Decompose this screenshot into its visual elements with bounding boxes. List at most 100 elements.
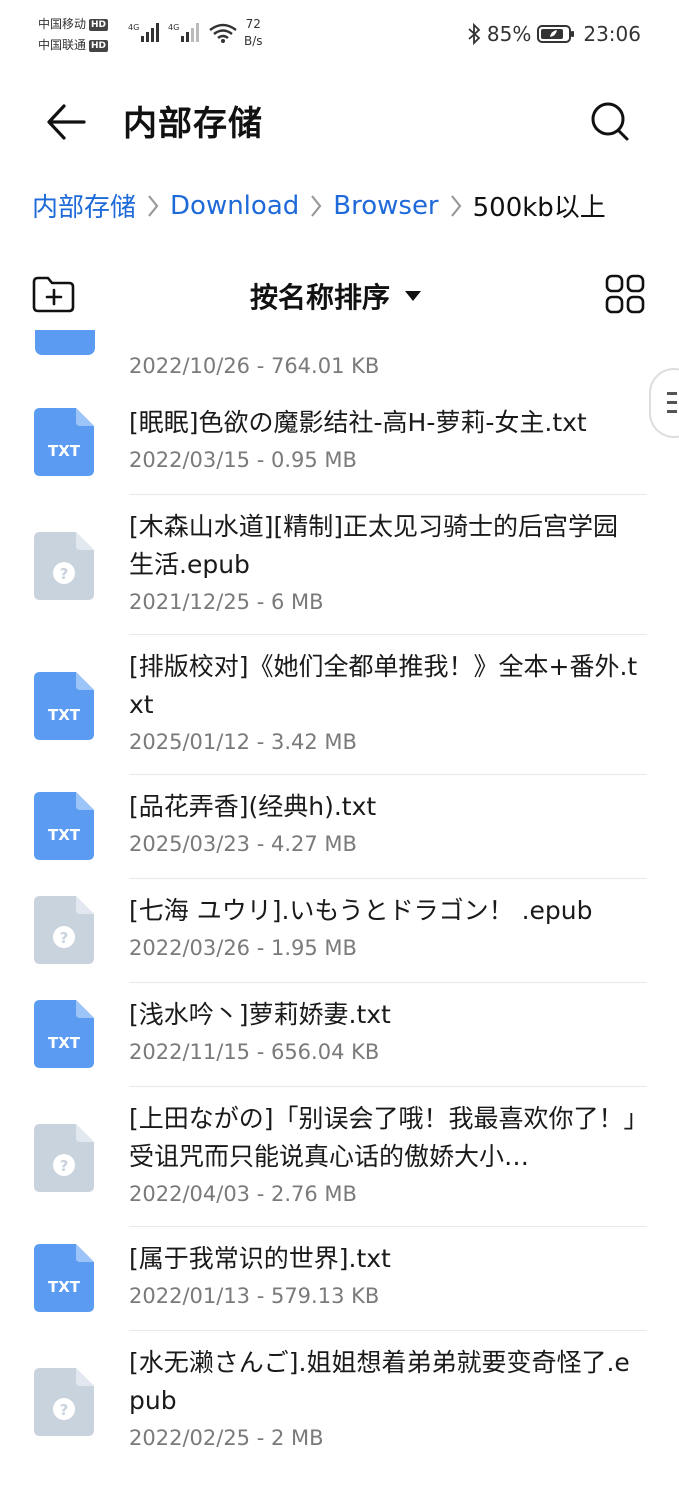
file-list: 2022/10/26 - 764.01 KB TXT [眠眠]色欲の魔影结社-高… bbox=[0, 330, 679, 1500]
svg-text:TXT: TXT bbox=[48, 442, 81, 460]
svg-text:?: ? bbox=[60, 565, 69, 583]
file-name: [品花弄香](经典h).txt bbox=[129, 792, 377, 821]
file-row[interactable]: ? [木森山水道][精制]正太见习骑士的后宫学园生活.epub 2021/12/… bbox=[0, 506, 679, 624]
status-right: 85% 23:06 bbox=[467, 22, 641, 46]
sort-button[interactable]: 按名称排序 bbox=[250, 276, 422, 316]
file-meta: 2022/01/13 - 579.13 KB bbox=[129, 1284, 380, 1308]
divider bbox=[129, 1086, 647, 1087]
unknown-file-icon: ? bbox=[34, 1124, 94, 1192]
file-text: [七海 ユウリ].いもうとドラゴン！ .epub 2022/03/26 - 1.… bbox=[129, 892, 639, 962]
txt-file-icon: TXT bbox=[34, 792, 94, 860]
breadcrumb-item-internal-storage[interactable]: 内部存储 bbox=[32, 187, 136, 224]
signal-icon: 4G bbox=[168, 23, 199, 42]
breadcrumb-item-current: 500kb以上 bbox=[472, 193, 606, 223]
file-text: [上田ながの]「别误会了哦！我最喜欢你了！」受诅咒而只能说真心话的傲娇大小… 2… bbox=[129, 1100, 639, 1208]
breadcrumb-item-download[interactable]: Download bbox=[170, 191, 299, 221]
file-row-partial[interactable]: 2022/10/26 - 764.01 KB bbox=[0, 330, 679, 390]
file-text: [属于我常识的世界].txt 2022/01/13 - 579.13 KB bbox=[129, 1240, 639, 1310]
search-icon bbox=[591, 102, 629, 141]
speed-unit: B/s bbox=[244, 34, 263, 48]
network-speed: 72 B/s bbox=[244, 16, 263, 50]
caret-down-icon bbox=[405, 291, 422, 301]
file-meta: 2025/03/23 - 4.27 MB bbox=[129, 832, 357, 856]
grid-view-icon bbox=[605, 274, 645, 314]
file-row[interactable]: ? [上田ながの]「别误会了哦！我最喜欢你了！」受诅咒而只能说真心话的傲娇大小…… bbox=[0, 1098, 679, 1216]
side-drag-handle[interactable] bbox=[649, 368, 679, 438]
new-folder-button[interactable] bbox=[31, 274, 77, 314]
file-row[interactable]: TXT [眠眠]色欲の魔影结社-高H-萝莉-女主.txt 2022/03/15 … bbox=[0, 402, 679, 482]
txt-file-icon: TXT bbox=[34, 1244, 94, 1312]
chevron-right-icon bbox=[449, 193, 463, 219]
file-text: [眠眠]色欲の魔影结社-高H-萝莉-女主.txt 2022/03/15 - 0.… bbox=[129, 404, 639, 474]
svg-text:4G: 4G bbox=[168, 23, 179, 32]
file-row[interactable]: ? [七海 ユウリ].いもうとドラゴン！ .epub 2022/03/26 - … bbox=[0, 890, 679, 970]
unknown-file-icon: ? bbox=[34, 1368, 94, 1436]
file-meta: 2022/11/15 - 656.04 KB bbox=[129, 1040, 380, 1064]
back-button[interactable] bbox=[40, 98, 96, 146]
file-row[interactable]: TXT [浅水吟丶]萝莉娇妻.txt 2022/11/15 - 656.04 K… bbox=[0, 994, 679, 1074]
bluetooth-icon bbox=[468, 23, 481, 45]
signal-icon: 4G bbox=[128, 23, 159, 42]
clock: 23:06 bbox=[583, 22, 641, 46]
txt-file-icon: TXT bbox=[34, 408, 94, 476]
svg-text:?: ? bbox=[60, 929, 69, 947]
divider bbox=[129, 634, 647, 635]
file-name: [上田ながの]「别误会了哦！我最喜欢你了！」受诅咒而只能说真心话的傲娇大小… bbox=[129, 1104, 637, 1171]
file-name: [属于我常识的世界].txt bbox=[129, 1244, 391, 1273]
file-text: [水无濑さんご].姐姐想着弟弟就要变奇怪了.epub 2022/02/25 - … bbox=[129, 1344, 639, 1452]
txt-file-icon bbox=[35, 330, 95, 355]
file-name: [木森山水道][精制]正太见习骑士的后宫学园生活.epub bbox=[129, 512, 619, 579]
app-bar: 内部存储 bbox=[0, 80, 679, 165]
file-name: [眠眠]色欲の魔影结社-高H-萝莉-女主.txt bbox=[129, 408, 587, 437]
hd-badge: HD bbox=[89, 18, 109, 31]
file-meta: 2021/12/25 - 6 MB bbox=[129, 590, 324, 614]
file-name: [水无濑さんご].姐姐想着弟弟就要变奇怪了.epub bbox=[129, 1348, 630, 1415]
breadcrumb: 内部存储 Download Browser 500kb以上 bbox=[32, 187, 606, 224]
svg-text:?: ? bbox=[60, 1157, 69, 1175]
chevron-right-icon bbox=[146, 193, 160, 219]
svg-text:?: ? bbox=[60, 1401, 69, 1419]
file-text: [品花弄香](经典h).txt 2025/03/23 - 4.27 MB bbox=[129, 788, 639, 858]
file-row[interactable]: TXT [属于我常识的世界].txt 2022/01/13 - 579.13 K… bbox=[0, 1238, 679, 1318]
unknown-file-icon: ? bbox=[34, 532, 94, 600]
divider bbox=[129, 878, 647, 879]
carrier-info: 中国移动 HD 中国联通 HD bbox=[38, 14, 109, 56]
battery-percent: 85% bbox=[486, 22, 532, 46]
divider bbox=[129, 1330, 647, 1331]
status-bar: 中国移动 HD 中国联通 HD 4G 4G 72 B/s 85% 23:06 bbox=[0, 0, 679, 70]
wifi-icon bbox=[209, 23, 237, 43]
divider bbox=[129, 982, 647, 983]
arrow-left-icon bbox=[47, 104, 86, 140]
chevron-right-icon bbox=[309, 193, 323, 219]
file-name: [七海 ユウリ].いもうとドラゴン！ .epub bbox=[129, 896, 593, 925]
toolbar: 按名称排序 bbox=[0, 262, 679, 328]
file-meta: 2025/01/12 - 3.42 MB bbox=[129, 730, 357, 754]
svg-text:TXT: TXT bbox=[48, 706, 81, 724]
svg-text:4G: 4G bbox=[128, 23, 139, 32]
svg-text:TXT: TXT bbox=[48, 1034, 81, 1052]
page-title: 内部存储 bbox=[123, 104, 263, 144]
divider bbox=[129, 1226, 647, 1227]
file-name: [浅水吟丶]萝莉娇妻.txt bbox=[129, 1000, 391, 1029]
breadcrumb-item-browser[interactable]: Browser bbox=[333, 191, 438, 221]
hd-badge: HD bbox=[89, 39, 109, 52]
grid-view-button[interactable] bbox=[605, 274, 645, 314]
carrier-1: 中国移动 bbox=[38, 17, 87, 31]
file-row[interactable]: TXT [排版校对]《她们全都单推我！》全本+番外.txt 2025/01/12… bbox=[0, 646, 679, 764]
battery-icon bbox=[537, 25, 575, 43]
file-meta: 2022/03/15 - 0.95 MB bbox=[129, 448, 357, 472]
file-row[interactable]: ? [水无濑さんご].姐姐想着弟弟就要变奇怪了.epub 2022/02/25 … bbox=[0, 1342, 679, 1460]
new-folder-icon bbox=[32, 276, 75, 313]
txt-file-icon: TXT bbox=[34, 672, 94, 740]
file-meta: 2022/10/26 - 764.01 KB bbox=[129, 354, 380, 378]
txt-file-icon: TXT bbox=[34, 1000, 94, 1068]
unknown-file-icon: ? bbox=[34, 896, 94, 964]
file-name: [排版校对]《她们全都单推我！》全本+番外.txt bbox=[129, 652, 638, 719]
carrier-2: 中国联通 bbox=[38, 38, 87, 52]
speed-value: 72 bbox=[245, 17, 261, 31]
search-button[interactable] bbox=[587, 98, 635, 146]
divider bbox=[129, 494, 647, 495]
divider bbox=[129, 774, 647, 775]
file-row[interactable]: TXT [品花弄香](经典h).txt 2025/03/23 - 4.27 MB bbox=[0, 786, 679, 866]
file-meta: 2022/04/03 - 2.76 MB bbox=[129, 1182, 357, 1206]
